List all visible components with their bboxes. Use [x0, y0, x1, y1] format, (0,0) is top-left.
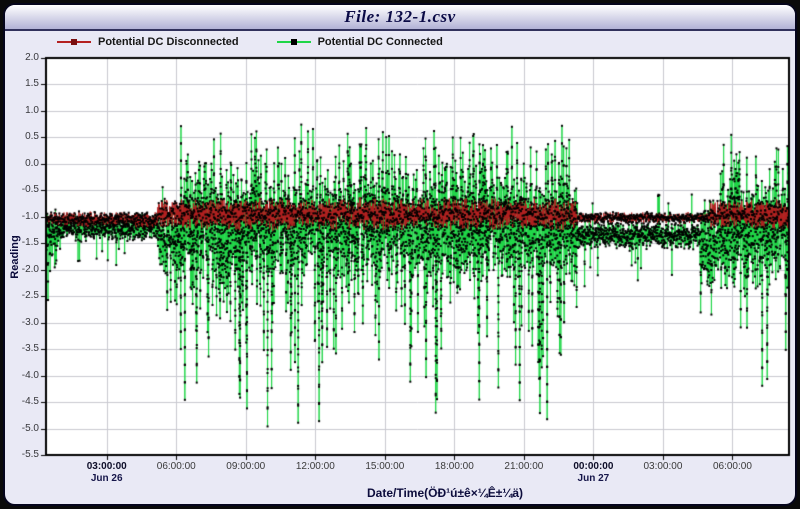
y-tick-label: -5.5	[5, 449, 39, 460]
x-tick-label: 06:00:00	[157, 461, 196, 472]
y-tick-label: -1.0	[5, 211, 39, 222]
chart-area: Potential DC Disconnected Potential DC C…	[5, 31, 795, 504]
y-axis-title: Reading	[9, 235, 21, 278]
series-connected-swatch-icon	[277, 37, 311, 47]
legend-label-connected: Potential DC Connected	[318, 36, 443, 48]
x-tick-date-label: Jun 26	[91, 473, 123, 484]
y-tick-label: -5.0	[5, 423, 39, 434]
x-tick-label: 15:00:00	[365, 461, 404, 472]
x-tick-label: 03:00:00	[643, 461, 682, 472]
y-tick-label: 2.0	[5, 52, 39, 63]
y-tick-label: 1.5	[5, 78, 39, 89]
legend-item-disconnected[interactable]: Potential DC Disconnected	[57, 36, 239, 48]
y-tick-label: -2.5	[5, 290, 39, 301]
y-tick-label: 1.0	[5, 105, 39, 116]
y-tick-label: 0.0	[5, 158, 39, 169]
series-disconnected-swatch-icon	[57, 37, 91, 47]
legend-item-connected[interactable]: Potential DC Connected	[277, 36, 443, 48]
x-tick-label: 12:00:00	[296, 461, 335, 472]
x-tick-label: 09:00:00	[226, 461, 265, 472]
legend-label-disconnected: Potential DC Disconnected	[98, 36, 239, 48]
window-title: File: 132-1.csv	[344, 7, 455, 27]
y-tick-label: -4.5	[5, 396, 39, 407]
x-tick-label: 18:00:00	[435, 461, 474, 472]
x-axis-title: Date/Time(ÖÐ¹ú±ê×¼Ê±¼ä)	[367, 486, 523, 500]
x-tick-label: 00:00:00	[573, 461, 613, 472]
y-tick-label: -4.0	[5, 370, 39, 381]
y-tick-label: -3.0	[5, 317, 39, 328]
y-tick-label: 0.5	[5, 131, 39, 142]
x-tick-label: 21:00:00	[504, 461, 543, 472]
y-tick-label: -0.5	[5, 184, 39, 195]
plot-canvas[interactable]	[5, 31, 795, 506]
plot-window: File: 132-1.csv Potential DC Disconnecte…	[3, 3, 797, 506]
y-tick-label: -3.5	[5, 343, 39, 354]
x-tick-label: 06:00:00	[713, 461, 752, 472]
x-tick-date-label: Jun 27	[578, 473, 610, 484]
legend: Potential DC Disconnected Potential DC C…	[57, 36, 443, 48]
x-tick-label: 03:00:00	[87, 461, 127, 472]
window-titlebar: File: 132-1.csv	[5, 5, 795, 31]
